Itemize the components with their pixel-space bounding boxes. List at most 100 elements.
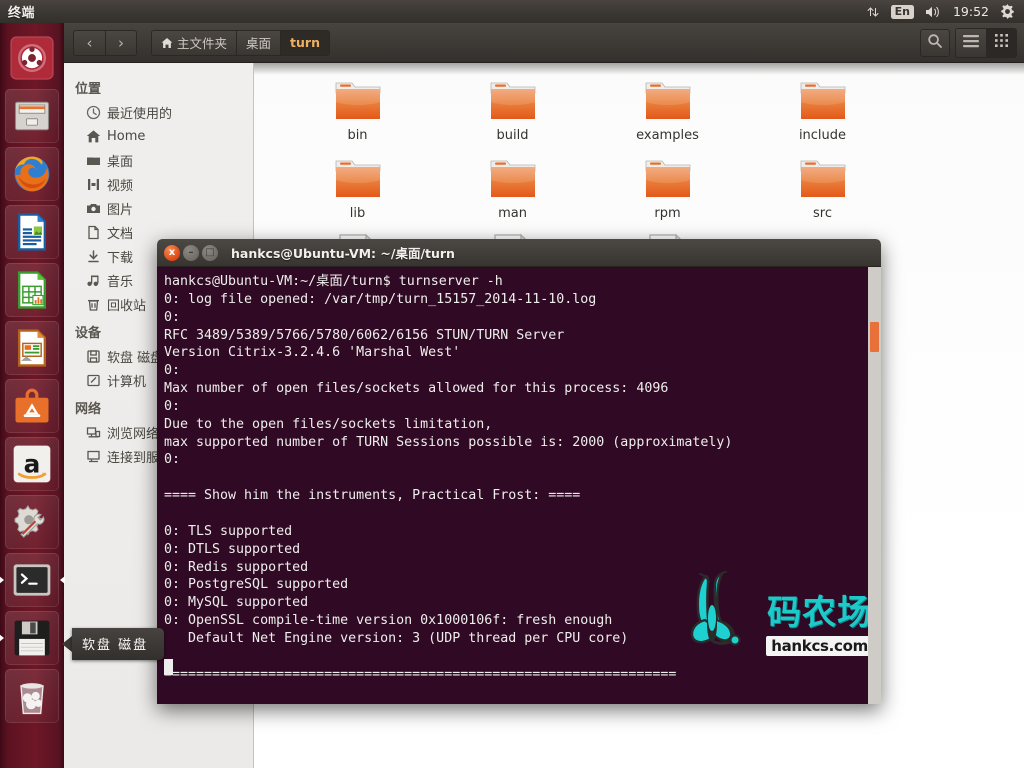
back-button[interactable]: ‹: [73, 29, 105, 56]
file-manager-toolbar: ‹ › 主文件夹 桌面 turn: [64, 23, 1024, 63]
ubuntu-desktop: 终端 En 19:52 a 软盘 磁盘 ‹ › 主文件夹 桌面 turn 位置 …: [0, 0, 1024, 768]
sidebar-label-downloads: 下载: [107, 250, 134, 266]
forward-button[interactable]: ›: [105, 29, 137, 56]
sidebar-label-videos: 视频: [107, 178, 134, 194]
launcher-item-terminal-icon[interactable]: [0, 553, 65, 607]
sidebar-label-browse-network: 浏览网络: [107, 426, 160, 442]
session-menu-gear-icon[interactable]: [1000, 4, 1015, 19]
launcher-item-amazon-icon[interactable]: a: [5, 437, 59, 491]
music-note-icon: [86, 273, 101, 288]
launcher-device-indicator: [0, 634, 4, 642]
sidebar-label-trash: 回收站: [107, 298, 147, 314]
terminal-title: hankcs@Ubuntu-VM: ~/桌面/turn: [231, 246, 455, 261]
download-icon: [86, 249, 101, 264]
sidebar-label-floppy-disk: 软盘 磁盘: [107, 350, 164, 366]
panel-indicators: En 19:52: [866, 4, 1024, 19]
file-item-lib[interactable]: lib: [280, 155, 435, 233]
sidebar-item-recent[interactable]: 最近使用的: [64, 100, 253, 124]
minimize-button[interactable]: –: [183, 244, 199, 261]
grid-view-button[interactable]: [986, 28, 1016, 57]
sidebar-item-desktop[interactable]: 桌面: [64, 148, 253, 172]
breadcrumb-item-home[interactable]: 主文件夹: [152, 30, 238, 55]
launcher-item-ubuntu-dash-icon[interactable]: [5, 31, 59, 85]
file-item-build[interactable]: build: [435, 77, 590, 155]
file-label: lib: [349, 206, 366, 221]
network-indicator-icon[interactable]: [866, 5, 880, 19]
file-item-src[interactable]: src: [745, 155, 900, 233]
sidebar-heading-places: 位置: [75, 82, 102, 97]
clock-icon: [86, 105, 101, 120]
launcher-item-trash-icon[interactable]: [5, 669, 59, 723]
grid-view-icon: [994, 33, 1009, 52]
sidebar-label-recent: 最近使用的: [107, 106, 173, 122]
keyboard-layout-indicator[interactable]: En: [890, 4, 914, 19]
breadcrumb-label-turn: turn: [290, 35, 320, 50]
search-icon: [927, 33, 943, 53]
panel-app-title[interactable]: 终端: [0, 2, 35, 21]
list-view-button[interactable]: [956, 28, 986, 57]
terminal-scrollbar[interactable]: [868, 267, 881, 704]
network-browse-icon: [86, 425, 101, 440]
terminal-output: hankcs@Ubuntu-VM:~/桌面/turn$ turnserver -…: [164, 274, 733, 682]
home-icon: [86, 129, 101, 144]
breadcrumb-item-desktop[interactable]: 桌面: [237, 30, 282, 55]
sidebar-label-desktop: 桌面: [107, 154, 134, 170]
window-buttons: x – □: [164, 244, 218, 261]
launcher-item-libreoffice-calc-icon[interactable]: [5, 263, 59, 317]
breadcrumb-item-turn[interactable]: turn: [281, 30, 329, 55]
search-button[interactable]: [920, 28, 950, 57]
file-item-include[interactable]: include: [745, 77, 900, 155]
launcher-item-system-settings-icon[interactable]: [5, 495, 59, 549]
nav-buttons: ‹ ›: [73, 29, 137, 56]
breadcrumb-label-home: 主文件夹: [177, 36, 228, 51]
launcher-tooltip: 软盘 磁盘: [62, 627, 165, 660]
document-icon: [86, 225, 101, 240]
view-toggle-group: [955, 27, 1017, 58]
svg-text:a: a: [24, 449, 41, 478]
breadcrumb: 主文件夹 桌面 turn: [151, 29, 330, 56]
launcher-item-floppy-disk-icon[interactable]: [0, 611, 59, 665]
trash-icon: [86, 297, 101, 312]
camera-icon: [86, 201, 101, 216]
launcher-running-indicator: [0, 576, 4, 584]
file-item-examples[interactable]: examples: [590, 77, 745, 155]
close-button[interactable]: x: [164, 244, 180, 261]
sidebar-label-music: 音乐: [107, 274, 134, 290]
sound-indicator-icon[interactable]: [925, 5, 942, 19]
file-label: include: [798, 128, 847, 143]
file-label: build: [496, 128, 529, 143]
tooltip-arrow: [62, 635, 72, 652]
toolbar-right-buttons: [920, 27, 1017, 58]
menu-icon: [963, 33, 979, 52]
file-label: src: [813, 206, 832, 221]
terminal-scrollbar-thumb[interactable]: [870, 322, 879, 352]
view-top-shadow: [254, 63, 1024, 75]
sidebar-item-home[interactable]: Home: [64, 124, 253, 148]
file-label: examples: [636, 128, 699, 143]
launcher-focused-indicator: [60, 576, 65, 584]
top-panel: 终端 En 19:52: [0, 0, 1024, 23]
terminal-body[interactable]: hankcs@Ubuntu-VM:~/桌面/turn$ turnserver -…: [157, 267, 881, 704]
launcher-item-files-nautilus-icon[interactable]: [5, 89, 59, 143]
file-label: man: [498, 206, 527, 221]
launcher-item-libreoffice-writer-icon[interactable]: [5, 205, 59, 259]
file-item-man[interactable]: man: [435, 155, 590, 233]
sidebar-item-pictures[interactable]: 图片: [64, 196, 253, 220]
file-label: bin: [347, 128, 368, 143]
launcher-item-ubuntu-software-center-icon[interactable]: [5, 379, 59, 433]
sidebar-item-videos[interactable]: 视频: [64, 172, 253, 196]
sidebar-label-pictures: 图片: [107, 202, 134, 218]
launcher-item-firefox-icon[interactable]: [5, 147, 59, 201]
terminal-window[interactable]: x – □ hankcs@Ubuntu-VM: ~/桌面/turn hankcs…: [157, 239, 881, 704]
file-item-bin[interactable]: bin: [280, 77, 435, 155]
file-item-rpm[interactable]: rpm: [590, 155, 745, 233]
computer-icon: [86, 373, 101, 388]
terminal-cursor: [164, 659, 173, 675]
unity-launcher: a: [0, 23, 65, 768]
terminal-titlebar[interactable]: x – □ hankcs@Ubuntu-VM: ~/桌面/turn: [157, 239, 881, 267]
file-label: rpm: [654, 206, 681, 221]
desktop-folder-icon: [86, 153, 101, 168]
launcher-item-libreoffice-impress-icon[interactable]: [5, 321, 59, 375]
maximize-button[interactable]: □: [202, 244, 218, 261]
panel-clock[interactable]: 19:52: [953, 4, 989, 19]
